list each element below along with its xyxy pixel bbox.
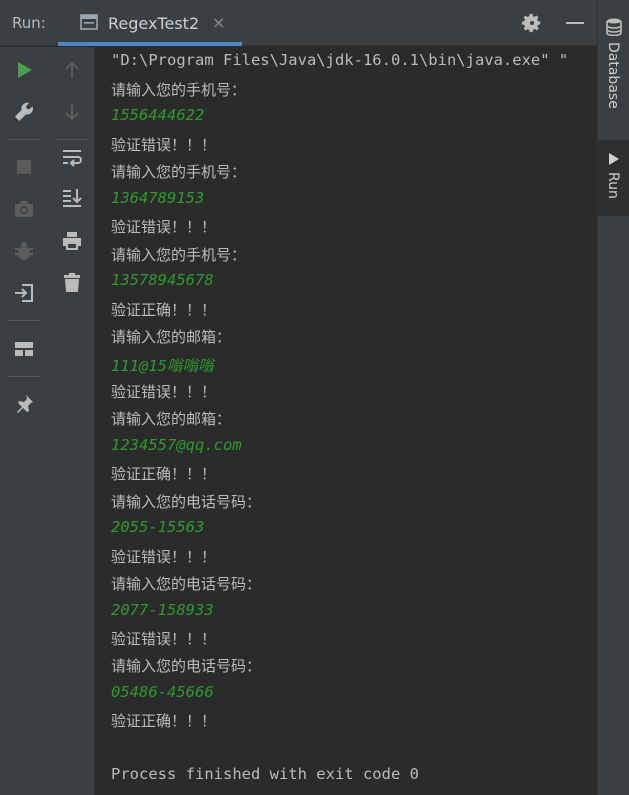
rerun-button[interactable] <box>10 56 38 84</box>
toolbar-separator <box>8 376 40 377</box>
console-command-line: "D:\Program Files\Java\jdk-16.0.1\bin\ja… <box>111 51 569 69</box>
console-input-line: 1556444622 <box>111 106 205 125</box>
console-output-line: 验证正确！！！ <box>111 465 217 484</box>
console-tab-icon <box>80 14 98 30</box>
console-input-line: 111@15嗡嗡嗡 <box>111 356 214 375</box>
pin-tab-button[interactable] <box>10 390 38 418</box>
play-icon <box>18 62 32 78</box>
debug-button[interactable] <box>10 237 38 265</box>
bug-icon <box>15 242 33 260</box>
exit-button[interactable] <box>10 279 38 307</box>
tab-regextest2[interactable]: RegexTest2 × <box>58 0 242 46</box>
console-output-line: 请输入您的手机号： <box>111 81 247 99</box>
toolbar-separator <box>8 139 40 140</box>
layout-button[interactable] <box>10 335 38 363</box>
minimize-icon[interactable] <box>566 22 584 24</box>
arrow-up-icon <box>65 61 79 78</box>
process-finished-line: Process finished with exit code 0 <box>111 765 419 783</box>
clear-all-button[interactable] <box>58 269 86 297</box>
close-icon[interactable]: × <box>212 13 225 32</box>
wrench-icon <box>15 102 33 121</box>
camera-icon <box>15 201 33 217</box>
stop-icon <box>17 160 31 174</box>
console-output-line: 验证错误！！！ <box>111 630 217 648</box>
console-output-line: 请输入您的电话号码： <box>111 657 262 676</box>
layout-icon <box>15 342 33 356</box>
console-output-line: 验证错误！！！ <box>111 547 217 566</box>
soft-wrap-icon <box>63 150 82 167</box>
run-toolbar-primary <box>0 47 48 795</box>
console-output-line: 验证正确！！！ <box>111 300 217 319</box>
database-icon <box>606 18 622 36</box>
console-output-line: 验证正确！！！ <box>111 712 217 731</box>
console-output-line: 验证错误！！！ <box>111 218 217 237</box>
console-output-line: 验证错误！！！ <box>111 135 217 154</box>
scroll-to-end-button[interactable] <box>58 183 86 211</box>
exit-icon <box>15 284 33 302</box>
console-input-line: 1364789153 <box>111 188 205 207</box>
console-input-line: 05486-45666 <box>111 682 214 701</box>
console-output-line: 请输入您的手机号： <box>111 245 247 264</box>
toolbar-separator <box>56 139 88 140</box>
down-stack-trace-button[interactable] <box>58 98 86 126</box>
soft-wrap-button[interactable] <box>58 143 86 171</box>
modify-run-config-button[interactable] <box>10 98 38 126</box>
printer-icon <box>63 232 81 250</box>
right-tool-strip: Database Run <box>597 0 629 795</box>
dump-threads-button[interactable] <box>10 195 38 223</box>
trash-icon <box>64 273 80 292</box>
run-toolbar-secondary <box>48 47 95 795</box>
up-stack-trace-button[interactable] <box>58 56 86 84</box>
pin-icon <box>17 395 33 413</box>
scroll-to-end-icon <box>63 189 82 207</box>
console-input-line: 1234557@qq.com <box>111 435 242 454</box>
console-output-line: 请输入您的电话号码： <box>111 492 262 511</box>
console-input-line: 13578945678 <box>111 271 214 290</box>
console-output-line: 请输入您的邮箱： <box>111 410 232 429</box>
run-tool-button[interactable]: Run <box>605 172 621 199</box>
active-tab-indicator <box>58 42 242 46</box>
tab-label: RegexTest2 <box>108 14 200 33</box>
play-icon <box>609 153 619 165</box>
database-tool-button[interactable]: Database <box>605 42 621 109</box>
console-output-line: 请输入您的电话号码： <box>111 575 262 594</box>
console-output-line: 请输入您的手机号： <box>111 163 247 182</box>
console-output-line: 验证错误！！！ <box>111 382 217 401</box>
console-output-line: 请输入您的邮箱： <box>111 328 232 347</box>
console-input-line: 2077-158933 <box>111 600 214 619</box>
run-tool-window-header: Run: RegexTest2 × <box>0 0 597 46</box>
gear-icon[interactable] <box>521 12 543 34</box>
run-label: Run: <box>12 14 46 32</box>
console-output[interactable]: "D:\Program Files\Java\jdk-16.0.1\bin\ja… <box>96 47 597 795</box>
console-input-line: 2055-15563 <box>111 518 205 537</box>
arrow-down-icon <box>65 104 79 121</box>
stop-button[interactable] <box>10 153 38 181</box>
print-button[interactable] <box>58 227 86 255</box>
toolbar-separator <box>8 320 40 321</box>
